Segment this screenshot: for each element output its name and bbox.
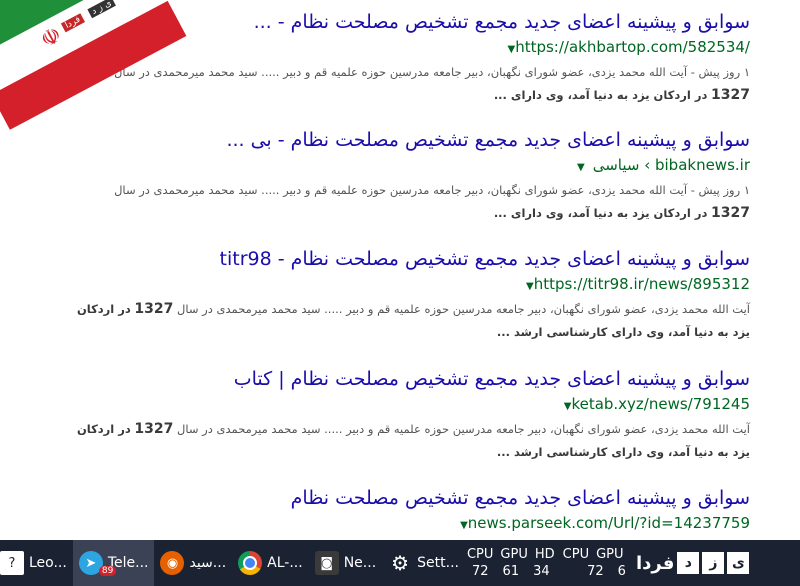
search-result: سوابق و پیشینه اعضای جدید مجمع تشخیص مصل…	[20, 365, 750, 464]
unread-badge: 89	[98, 566, 117, 576]
result-title-link[interactable]: سوابق و پیشینه اعضای جدید مجمع تشخیص مصل…	[20, 484, 750, 512]
search-result: سوابق و پیشینه اعضای جدید مجمع تشخیص مصل…	[20, 484, 750, 537]
hardware-monitor: CPU GPU HD 72 61 34	[466, 547, 555, 579]
result-url[interactable]: ▼ketab.xyz/news/791245	[20, 393, 750, 418]
emblem-icon: ☫	[36, 22, 66, 54]
result-snippet: ۱ روز پیش - آیت الله محمد یزدی، عضو شورا…	[114, 183, 750, 221]
app-icon: ?	[0, 551, 24, 575]
taskbar-item-firefox[interactable]: ◉ سید...	[154, 540, 232, 586]
result-url[interactable]: ▼https://titr98.ir/news/895312	[20, 273, 750, 298]
result-url[interactable]: ▼news.parseek.com/Url/?id=14237759	[20, 512, 750, 537]
result-url[interactable]: bibaknews.ir › سیاسی▼	[20, 154, 750, 179]
camera-icon: ◙	[314, 551, 339, 575]
firefox-icon: ◉	[160, 551, 185, 575]
caret-down-icon[interactable]: ▼	[460, 520, 468, 531]
taskbar-item-settings[interactable]: ⚙ Sett...	[382, 540, 465, 586]
chrome-icon	[238, 551, 263, 575]
gear-icon: ⚙	[391, 551, 410, 575]
result-snippet: آیت الله محمد یزدی، عضو شورای نگهبان، دب…	[76, 301, 750, 339]
search-result: سوابق و پیشینه اعضای جدید مجمع تشخیص مصل…	[20, 245, 750, 344]
result-title-link[interactable]: سوابق و پیشینه اعضای جدید مجمع تشخیص مصل…	[20, 126, 750, 154]
search-result: سوابق و پیشینه اعضای جدید مجمع تشخیص مصل…	[20, 126, 750, 225]
result-snippet: آیت الله محمد یزدی، عضو شورای نگهبان، دب…	[76, 421, 750, 459]
farda-logo: ی ز د فردا	[630, 540, 800, 586]
caret-down-icon[interactable]: ▼	[526, 281, 534, 292]
taskbar-item[interactable]: ? Leo...	[0, 540, 73, 586]
taskbar-item-camera[interactable]: ◙ Ne...	[309, 540, 382, 586]
flag-label: فردا	[60, 12, 85, 32]
taskbar-item-chrome[interactable]: AL-...	[232, 540, 309, 586]
flag-label-2: ی ز د	[87, 0, 116, 18]
result-snippet: ۱ روز پیش - آیت الله محمد یزدی، عضو شورا…	[114, 65, 750, 103]
result-title-link[interactable]: سوابق و پیشینه اعضای جدید مجمع تشخیص مصل…	[20, 245, 750, 273]
taskbar-item-telegram[interactable]: ➤ 89 Tele...	[72, 540, 155, 586]
caret-down-icon[interactable]: ▼	[577, 162, 585, 173]
result-title-link[interactable]: سوابق و پیشینه اعضای جدید مجمع تشخیص مصل…	[20, 365, 750, 393]
